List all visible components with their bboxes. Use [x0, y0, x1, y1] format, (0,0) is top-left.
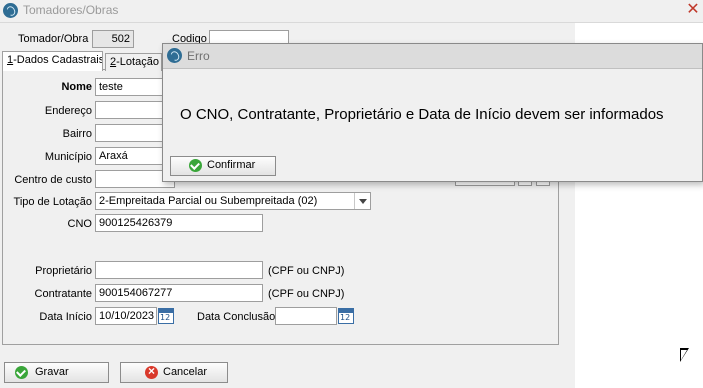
proprietario-field[interactable]	[95, 261, 263, 279]
gravar-button[interactable]: Gravar	[4, 362, 109, 383]
calendar-icon-text: 12	[160, 313, 171, 322]
proprietario-label: Proprietário	[35, 265, 92, 277]
cancel-circle-icon	[145, 364, 158, 379]
tomador-obra-field: 502	[92, 30, 134, 48]
tomador-obra-label: Tomador/Obra	[18, 33, 89, 45]
app-logo-icon	[3, 3, 18, 18]
tab-label: -Dados Cadastrais	[13, 54, 103, 66]
app-logo-icon	[167, 48, 182, 63]
municipio-label: Município	[44, 151, 92, 163]
centro-custo-label: Centro de custo	[14, 174, 92, 186]
gravar-label: Gravar	[35, 366, 69, 378]
cno-label: CNO	[67, 218, 92, 230]
dialog-title: Erro	[187, 49, 210, 63]
tipo-lotacao-label: Tipo de Lotação	[13, 196, 92, 208]
nome-label: Nome	[61, 81, 92, 93]
dialog-message: O CNO, Contratante, Proprietário e Data …	[180, 106, 664, 123]
data-inicio-field[interactable]: 10/10/2023	[95, 307, 157, 325]
calendar-icon-text: 12	[340, 313, 351, 322]
cno-field[interactable]: 900125426379	[95, 214, 263, 232]
tab-dados-cadastrais[interactable]: 1-Dados Cadastrais	[2, 51, 103, 71]
check-circle-icon	[15, 366, 28, 379]
check-circle-icon	[189, 159, 202, 172]
data-inicio-label: Data Início	[39, 311, 92, 323]
tab-label: -Lotação T	[116, 56, 161, 68]
cancelar-button[interactable]: Cancelar	[120, 362, 228, 383]
dialog-titlebar: Erro	[163, 44, 702, 69]
tipo-lotacao-select[interactable]: 2-Empreitada Parcial ou Subempreitada (0…	[95, 192, 371, 210]
tab-lotacao[interactable]: 2-Lotação T	[105, 53, 162, 71]
contratante-label: Contratante	[34, 288, 92, 300]
window-title: Tomadores/Obras	[23, 3, 119, 17]
chevron-down-icon[interactable]	[354, 193, 370, 209]
confirmar-label: Confirmar	[207, 159, 256, 171]
calendar-icon[interactable]: 12	[158, 308, 174, 324]
endereco-label: Endereço	[44, 105, 92, 117]
window-titlebar: Tomadores/Obras ✕	[0, 0, 703, 23]
bairro-label: Bairro	[62, 128, 92, 140]
proprietario-hint: (CPF ou CNPJ)	[268, 265, 345, 277]
close-icon[interactable]: ✕	[684, 1, 702, 19]
confirmar-button[interactable]: Confirmar	[170, 156, 276, 176]
calendar-icon[interactable]: 12	[338, 308, 354, 324]
cancelar-label: Cancelar	[163, 366, 208, 378]
error-dialog: Erro O CNO, Contratante, Proprietário e …	[162, 43, 703, 182]
contratante-field[interactable]: 900154067277	[95, 284, 263, 302]
data-conclusao-field[interactable]	[275, 307, 337, 325]
tipo-lotacao-value: 2-Empreitada Parcial ou Subempreitada (0…	[99, 195, 318, 207]
contratante-hint: (CPF ou CNPJ)	[268, 288, 345, 300]
data-conclusao-label: Data Conclusão	[197, 311, 276, 323]
